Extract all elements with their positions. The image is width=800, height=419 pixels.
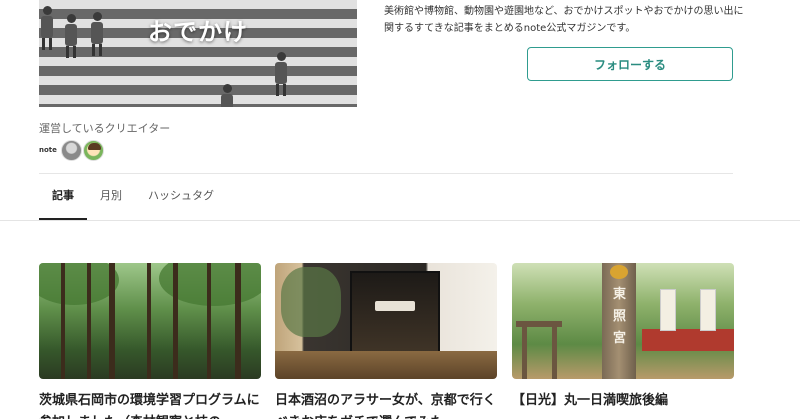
article-thumbnail: [39, 263, 261, 379]
temple-sign-char: 東: [613, 287, 627, 302]
tab-bar: 記事 月別 ハッシュタグ: [39, 174, 227, 220]
article-title[interactable]: 茨城県石岡市の環境学習プログラムに参加しました（森林観察と枝の: [39, 390, 261, 419]
article-thumbnail: [275, 263, 497, 379]
tab-articles[interactable]: 記事: [39, 174, 87, 220]
article-title[interactable]: 【日光】丸一日満喫旅後編: [512, 390, 734, 419]
creator-avatars: note: [39, 138, 105, 162]
magazine-cover-image: おでかけ: [39, 0, 357, 107]
tab-monthly[interactable]: 月別: [87, 174, 135, 220]
pedestrian-figure: [275, 52, 287, 96]
crest-icon: [610, 265, 628, 279]
tab-hashtags[interactable]: ハッシュタグ: [135, 174, 227, 220]
article-card[interactable]: 茨城県石岡市の環境学習プログラムに参加しました（森林観察と枝の: [39, 263, 261, 419]
creator-avatar[interactable]: [82, 139, 104, 161]
article-thumbnail: 東 照 宮: [512, 263, 734, 379]
temple-sign-char: 宮: [613, 331, 627, 346]
follow-button[interactable]: フォローする: [527, 47, 733, 81]
creator-avatar[interactable]: [60, 139, 82, 161]
divider: [0, 220, 800, 221]
pedestrian-figure: [221, 84, 233, 107]
creators-label: 運営しているクリエイター: [39, 122, 171, 135]
cover-title: おでかけ: [148, 18, 248, 46]
note-logo-icon: note: [39, 146, 57, 154]
temple-sign-char: 照: [613, 309, 627, 324]
article-card[interactable]: 日本酒沼のアラサー女が、京都で行くべきお店をガチで選んでみた: [275, 263, 497, 419]
article-card[interactable]: 東 照 宮 【日光】丸一日満喫旅後編: [512, 263, 734, 419]
magazine-description: 美術館や博物館、動物園や遊園地など、おでかけスポットやおでかけの思い出に関するす…: [384, 6, 744, 34]
article-title[interactable]: 日本酒沼のアラサー女が、京都で行くべきお店をガチで選んでみた: [275, 390, 497, 419]
